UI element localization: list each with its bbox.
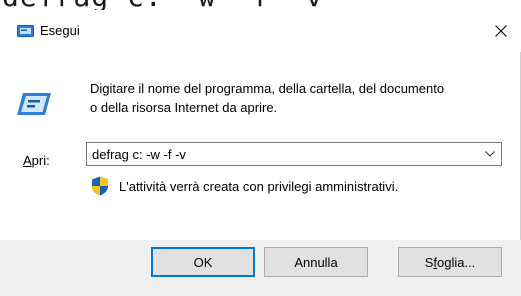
open-label-accel: A xyxy=(23,153,32,168)
browse-button[interactable]: Sf oglia... xyxy=(398,247,502,277)
open-label: Apri: xyxy=(23,153,50,168)
admin-privileges-note: L'attività verrà creata con privilegi am… xyxy=(119,179,399,194)
cancel-button[interactable]: Annulla xyxy=(264,247,368,277)
run-icon xyxy=(17,25,34,37)
close-button[interactable] xyxy=(481,10,521,52)
browse-label-end: oglia... xyxy=(436,254,476,270)
browse-label-start: S xyxy=(424,254,434,270)
dropdown-button[interactable] xyxy=(479,143,501,165)
uac-shield-icon xyxy=(92,176,108,196)
window-title: Esegui xyxy=(40,23,80,38)
button-bar: OK Annulla Sf oglia... xyxy=(0,240,521,296)
dialog-description: Digitare il nome del programma, della ca… xyxy=(90,81,445,115)
title-bar: Esegui xyxy=(0,10,521,52)
run-dialog: Esegui Digitare il nome del programma, d… xyxy=(0,10,521,296)
command-combobox[interactable]: defrag c: -w -f -v xyxy=(86,142,502,166)
open-label-text: pri: xyxy=(31,153,50,168)
close-icon xyxy=(495,25,507,37)
run-icon xyxy=(17,93,51,115)
dialog-body: Digitare il nome del programma, della ca… xyxy=(1,52,519,240)
ok-button[interactable]: OK xyxy=(151,247,255,277)
command-input[interactable]: defrag c: -w -f -v xyxy=(87,147,479,162)
chevron-down-icon xyxy=(485,151,495,157)
background-command-text: defrag c: -w -f -v xyxy=(2,0,323,10)
background-command-text-strip: defrag c: -w -f -v xyxy=(0,0,521,10)
